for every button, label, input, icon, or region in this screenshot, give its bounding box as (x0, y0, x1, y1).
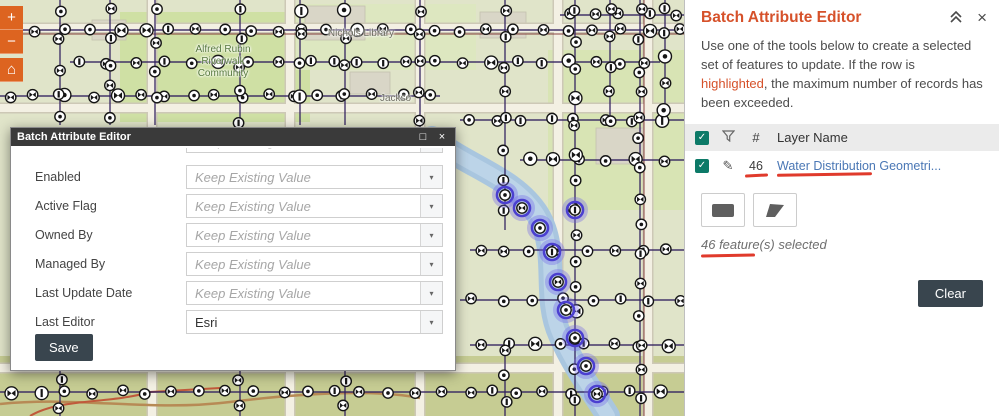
field-label-active-flag: Active Flag (23, 199, 186, 213)
record-count: 46 (747, 159, 765, 173)
form-row-owned-by: Owned By ▾ (23, 223, 443, 247)
last-editor-input[interactable] (187, 311, 420, 333)
selected-count-text: 46 feature(s) selected (701, 237, 983, 252)
select-by-polygon-button[interactable] (753, 193, 797, 227)
collapse-icon[interactable] (949, 11, 963, 25)
annotation-underline (745, 173, 768, 177)
owned-by-input[interactable] (187, 224, 420, 246)
field-label-enabled: Enabled (23, 170, 186, 184)
managed-by-combo[interactable]: ▾ (186, 252, 443, 276)
form-row-last-editor: Last Editor ▾ (23, 310, 443, 334)
save-button[interactable]: Save (35, 334, 93, 361)
chevron-down-icon[interactable]: ▾ (420, 224, 442, 246)
app-window: Nichols Library Alfred Rubin Riverwalk C… (0, 0, 999, 416)
filter-icon[interactable] (721, 130, 735, 145)
active-flag-input[interactable] (187, 195, 420, 217)
form-row-managed-by: Managed By ▾ (23, 252, 443, 276)
chevron-down-icon[interactable]: ▾ (420, 166, 442, 188)
selection-tools (685, 181, 999, 229)
enabled-combo[interactable]: ▾ (186, 165, 443, 189)
column-header-layer-name: Layer Name (777, 130, 848, 145)
panel-description: Use one of the tools below to create a s… (685, 31, 999, 120)
field-label-last-update-date: Last Update Date (23, 286, 186, 300)
owned-by-combo[interactable]: ▾ (186, 223, 443, 247)
dialog-title: Batch Attribute Editor (17, 131, 411, 143)
annotation-underline (777, 172, 872, 176)
chevron-down-icon[interactable]: ▾ (420, 195, 442, 217)
polygon-icon (763, 201, 787, 219)
form-row-active-flag: Active Flag ▾ (23, 194, 443, 218)
field-label-last-editor: Last Editor (23, 315, 186, 329)
select-all-checkbox[interactable]: ✓ (695, 131, 709, 145)
rectangle-icon (712, 204, 734, 217)
chevron-down-icon[interactable]: ▾ (420, 311, 442, 333)
dialog-titlebar[interactable]: Batch Attribute Editor □ × (11, 128, 455, 146)
clear-button[interactable]: Clear (918, 280, 983, 307)
edit-pencil-icon[interactable]: ✎ (721, 158, 735, 174)
row-checkbox[interactable]: ✓ (695, 159, 709, 173)
panel-close-icon[interactable]: × (977, 11, 987, 25)
chevron-down-icon[interactable]: ▾ (420, 253, 442, 275)
last-update-date-input[interactable] (187, 282, 420, 304)
form-row-last-update-date: Last Update Date ▾ (23, 281, 443, 305)
active-flag-combo[interactable]: ▾ (186, 194, 443, 218)
annotation-underline (701, 253, 755, 256)
last-update-date-combo[interactable]: ▾ (186, 281, 443, 305)
layer-table-header: ✓ # Layer Name (685, 124, 999, 151)
chevron-down-icon[interactable]: ▾ (420, 148, 442, 152)
combo-partial-input[interactable] (187, 148, 420, 152)
enabled-input[interactable] (187, 166, 420, 188)
select-by-rectangle-button[interactable] (701, 193, 745, 227)
zoom-in-button[interactable]: + (0, 6, 23, 30)
maximize-icon[interactable]: □ (416, 129, 430, 145)
panel-title: Batch Attribute Editor (701, 9, 935, 27)
zoom-out-button[interactable]: − (0, 30, 23, 54)
combo-partial[interactable]: ▾ (186, 148, 443, 153)
table-row[interactable]: ✓ ✎ 46 Water Distribution Geometri... (685, 151, 999, 181)
managed-by-input[interactable] (187, 253, 420, 275)
home-button[interactable]: ⌂ (0, 58, 23, 82)
batch-attribute-editor-dialog: Batch Attribute Editor □ × ▾ Enabled ▾ (10, 127, 456, 371)
dialog-close-icon[interactable]: × (435, 129, 449, 145)
panel-header: Batch Attribute Editor × (685, 0, 999, 31)
form-row-enabled: Enabled ▾ (23, 165, 443, 189)
form-row-partial: ▾ (23, 148, 443, 160)
chevron-down-icon[interactable]: ▾ (420, 282, 442, 304)
batch-attribute-editor-panel: Batch Attribute Editor × Use one of the … (684, 0, 999, 416)
description-before: Use one of the tools below to create a s… (701, 38, 971, 72)
last-editor-combo[interactable]: ▾ (186, 310, 443, 334)
column-header-number: # (747, 130, 765, 145)
layer-name-link[interactable]: Water Distribution Geometri... (777, 159, 941, 173)
field-label-managed-by: Managed By (23, 257, 186, 271)
description-highlighted-word: highlighted (701, 76, 764, 91)
dialog-body: ▾ Enabled ▾ Active Flag ▾ Owned By (11, 146, 455, 370)
field-label-owned-by: Owned By (23, 228, 186, 242)
